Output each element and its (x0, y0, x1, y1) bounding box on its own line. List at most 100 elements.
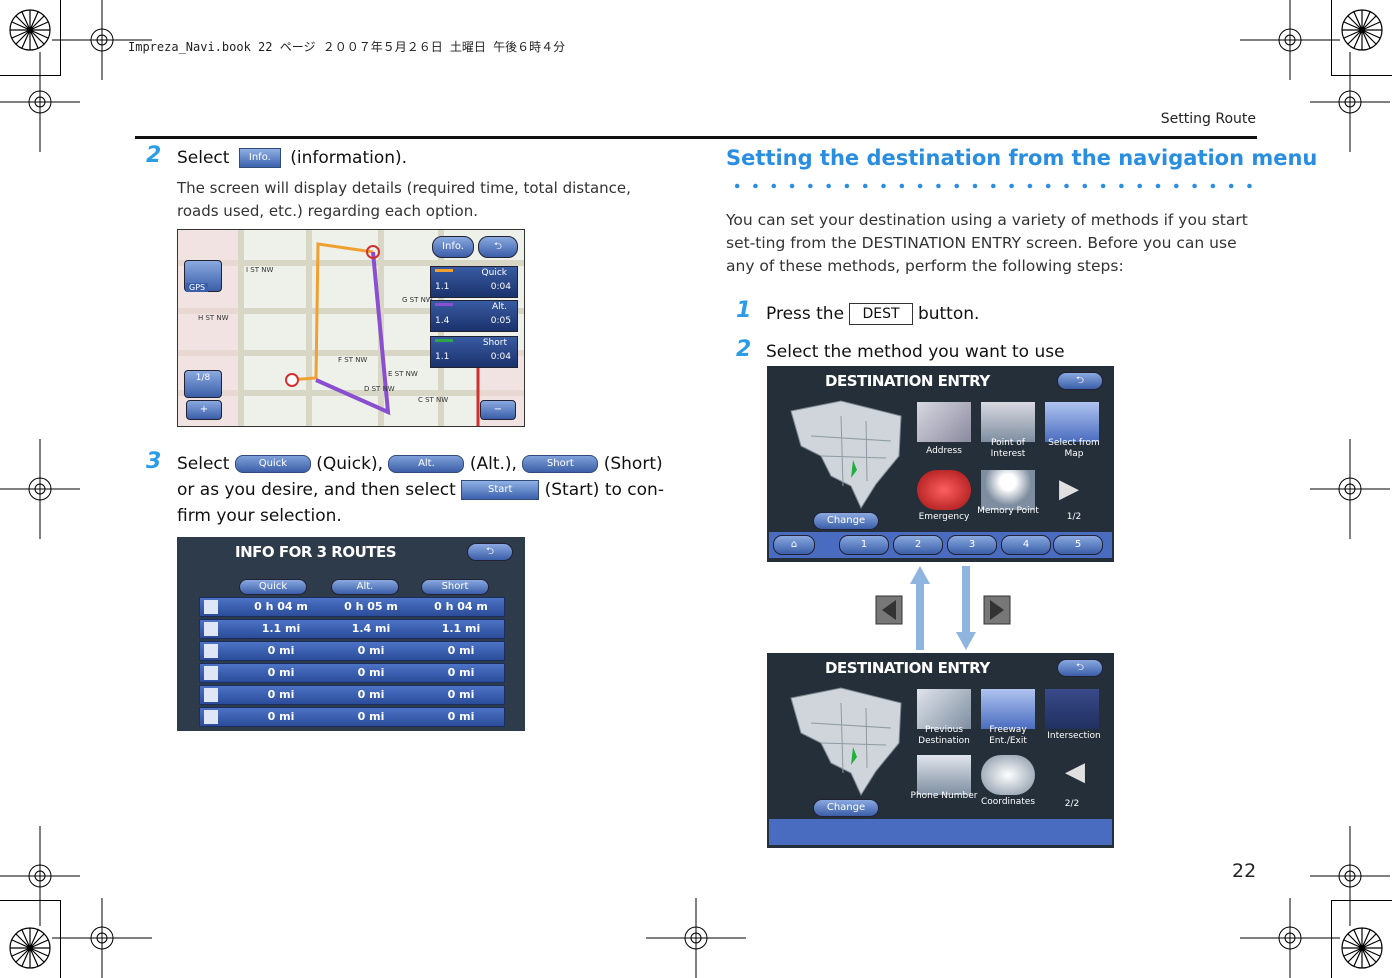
route-name: Short (482, 338, 507, 348)
menu-label: Previous Destination (918, 725, 970, 746)
street-label: C ST NW (418, 396, 449, 404)
page-indicator: 2/2 (1064, 799, 1080, 809)
alt-button-inline: Alt. (388, 455, 465, 473)
menu-label: Intersection (1047, 731, 1101, 741)
coordinates-icon (981, 755, 1035, 795)
table-cell: 0 mi (267, 666, 295, 679)
step-number: 2 (736, 337, 752, 362)
scale-indicator: 1/8 (184, 370, 222, 398)
route-distance: 1.1 (435, 352, 450, 362)
table-row: 0 mi 0 mi 0 mi (199, 641, 505, 661)
menu-label: Select from Map (1048, 438, 1100, 459)
routes-table-screenshot: INFO FOR 3 ROUTES ⮌ Quick Alt. Short 0 h… (177, 537, 525, 731)
table-cell: 0 h 04 m (434, 600, 488, 613)
destination-entry-screen-1: DESTINATION ENTRY ⮌ Change Address Point… (767, 366, 1114, 562)
table-cell: 0 h 05 m (344, 600, 398, 613)
info-button: Info. (432, 236, 474, 258)
menu-label: Point of Interest (990, 438, 1026, 459)
street-label: D ST NW (364, 385, 395, 393)
section-intro: You can set your destination using a var… (726, 211, 1248, 275)
page-transition-arrows (875, 566, 1011, 650)
table-cell: 0 mi (267, 644, 295, 657)
step-text-quick: (Quick), (316, 454, 384, 474)
step-text-short: (Short) (603, 454, 663, 474)
step-text: Select Quick (Quick), Alt. (Alt.), Short… (177, 451, 677, 529)
table-row: 0 mi 0 mi 0 mi (199, 685, 505, 705)
step-description: The screen will display details (require… (177, 179, 631, 220)
address-icon (917, 402, 971, 442)
tab-3: 3 (947, 535, 997, 555)
menu-label: Coordinates (980, 797, 1036, 807)
alt-column-header: Alt. (331, 579, 399, 595)
distance-icon (204, 622, 218, 636)
table-row: 1.1 mi 1.4 mi 1.1 mi (199, 619, 505, 639)
point-of-interest-icon (981, 402, 1035, 442)
table-cell: 0 mi (357, 644, 385, 657)
menu-label: Phone Number (910, 791, 978, 801)
road-type-icon (204, 644, 218, 658)
step-text-alt: (Alt.), (469, 454, 517, 474)
time-icon (204, 600, 218, 614)
table-cell: 0 mi (447, 688, 475, 701)
table-cell: 1.1 mi (441, 622, 481, 635)
back-icon: ⮌ (467, 543, 513, 561)
change-button: Change (813, 799, 879, 817)
page-indicator: 1/2 (1066, 512, 1082, 522)
page-number: 22 (1232, 860, 1257, 882)
route-info-short: Short 1.1 0:04 (430, 336, 518, 368)
street-label: I ST NW (246, 266, 274, 274)
table-cell: 0 h 04 m (254, 600, 308, 613)
routes-table-title: INFO FOR 3 ROUTES (235, 543, 397, 561)
screen-title: DESTINATION ENTRY (825, 659, 990, 677)
zoom-in-icon: + (186, 400, 222, 420)
step-number: 3 (146, 449, 162, 474)
route-time: 0:04 (490, 282, 511, 292)
quick-button-inline: Quick (234, 455, 311, 473)
intersection-icon (1045, 689, 1099, 729)
route-name: Quick (481, 268, 507, 278)
table-cell: 0 mi (357, 666, 385, 679)
table-cell: 0 mi (357, 710, 385, 723)
table-cell: 0 mi (447, 644, 475, 657)
destination-entry-screen-2: DESTINATION ENTRY ⮌ Change Previous Dest… (767, 653, 1114, 848)
table-cell: 1.4 mi (351, 622, 391, 635)
street-label: E ST NW (388, 370, 418, 378)
step-text: Select the method you want to use (766, 342, 1065, 362)
home-icon: ⌂ (773, 535, 815, 555)
step-number: 2 (146, 143, 162, 168)
table-cell: 0 mi (267, 688, 295, 701)
step-text: Press the DEST button. (766, 301, 979, 327)
dest-button-inline: DEST (849, 303, 913, 325)
bottom-bar (769, 819, 1112, 845)
emergency-icon (917, 470, 971, 510)
tab-5: 5 (1053, 535, 1103, 555)
step-text-line2-after: (Start) to con- (544, 480, 664, 500)
route-distance: 1.4 (435, 316, 450, 326)
table-cell: 0 mi (267, 710, 295, 723)
book-file-line: Impreza_Navi.book 22 ページ ２００７年５月２６日 土曜日 … (128, 40, 566, 54)
table-cell: 0 mi (447, 666, 475, 679)
route-info-alt: Alt. 1.4 0:05 (430, 300, 518, 332)
menu-label: Address (926, 446, 962, 456)
tab-4: 4 (1001, 535, 1051, 555)
short-column-header: Short (421, 579, 489, 595)
step-text-line3: firm your selection. (177, 506, 342, 526)
menu-label: Emergency (918, 512, 970, 522)
table-cell: 1.1 mi (261, 622, 301, 635)
tab-2: 2 (893, 535, 943, 555)
select-from-map-icon (1045, 402, 1099, 442)
step-text-select: Select (177, 454, 230, 474)
menu-label: Freeway Ent./Exit (989, 725, 1027, 746)
map-screenshot: 1/8 Info. ⮌ Quick 1.1 0:04 Alt. 1.4 0:05… (177, 229, 525, 427)
next-page-icon: ▶ (1059, 474, 1079, 504)
step-number: 1 (736, 298, 752, 323)
route-info-quick: Quick 1.1 0:04 (430, 266, 518, 298)
table-row: 0 mi 0 mi 0 mi (199, 663, 505, 683)
step-text-after: (information). (290, 148, 408, 168)
phone-number-icon (917, 755, 971, 795)
north-america-map-icon (790, 400, 902, 510)
screen-title: DESTINATION ENTRY (825, 372, 990, 390)
back-icon: ⮌ (1057, 659, 1103, 677)
road-type-icon (204, 666, 218, 680)
short-button-inline: Short (522, 455, 599, 473)
